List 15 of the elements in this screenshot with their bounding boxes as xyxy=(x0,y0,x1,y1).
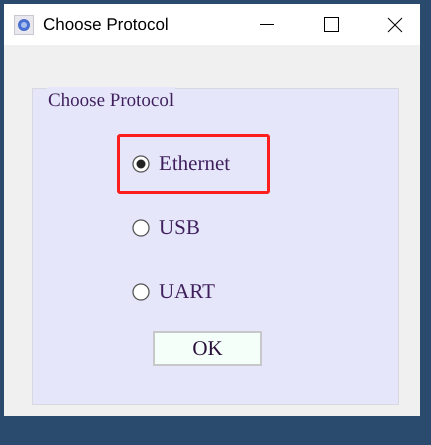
radio-icon xyxy=(132,155,150,173)
app-icon xyxy=(14,14,34,34)
close-icon xyxy=(387,16,403,32)
option-label: UART xyxy=(159,278,215,306)
radio-option[interactable]: UART xyxy=(117,262,270,322)
radio-option[interactable]: USB xyxy=(117,198,270,258)
maximize-icon xyxy=(324,17,338,32)
radio-icon xyxy=(132,283,150,301)
option-label: Ethernet xyxy=(159,150,230,178)
option-label: USB xyxy=(159,214,200,242)
minimize-icon xyxy=(260,24,274,26)
ok-button[interactable]: OK xyxy=(153,331,262,366)
radio-option[interactable]: Ethernet xyxy=(117,134,270,194)
radio-icon xyxy=(132,219,150,237)
window-title: Choose Protocol xyxy=(43,14,169,36)
